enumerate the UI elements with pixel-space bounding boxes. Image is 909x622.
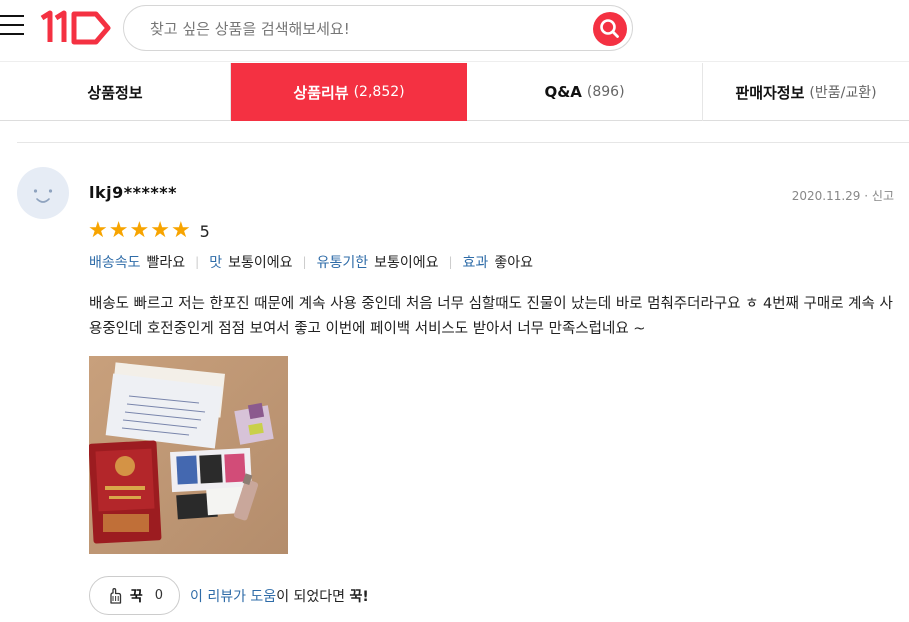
search-bar: [123, 5, 633, 51]
helpful-count: 0: [154, 588, 164, 603]
meta-separator: ·: [860, 189, 872, 203]
star-icon: ★: [108, 218, 129, 243]
product-tabs: 상품정보 상품리뷰 (2,852) Q&A (896) 판매자정보 (반품/교환…: [0, 63, 909, 121]
default-face-icon: [33, 189, 53, 203]
review-attributes: 배송속도 빨라요 | 맛 보통이에요 | 유통기한 보통이에요 | 효과 좋아요: [89, 252, 533, 272]
search-button[interactable]: [593, 12, 627, 46]
tab-label: 판매자정보: [735, 83, 805, 102]
star-icon: ★: [88, 218, 108, 243]
attr-separator: |: [448, 255, 453, 269]
helpful-button[interactable]: 꾹 0: [89, 576, 180, 615]
tab-product-info[interactable]: 상품정보: [0, 63, 231, 121]
helpful-prompt-bold: 꾹!: [349, 589, 369, 605]
11st-logo[interactable]: [40, 8, 112, 48]
top-header: [0, 0, 909, 62]
review-date: 2020.11.29: [791, 189, 861, 203]
tab-seller-info[interactable]: 판매자정보 (반품/교환): [703, 63, 909, 121]
helpful-button-label: 꾹: [129, 588, 143, 605]
attr-key-taste: 맛: [209, 255, 223, 271]
tab-count: (2,852): [353, 84, 405, 100]
avatar: [17, 167, 69, 219]
attr-separator: |: [302, 255, 307, 269]
review-photo[interactable]: [89, 356, 288, 554]
tab-label: 상품정보: [87, 83, 143, 102]
helpful-prompt-highlight: 이 리뷰가 도움: [190, 589, 277, 605]
attr-key-delivery: 배송속도: [89, 255, 141, 271]
tab-count: (896): [586, 84, 625, 100]
reviewer-name: lkj9******: [89, 183, 177, 202]
review-meta: 2020.11.29 · 신고: [792, 187, 894, 204]
hamburger-menu-icon[interactable]: [0, 15, 24, 37]
tab-count: (반품/교환): [809, 85, 877, 101]
attr-value-expiry: 보통이에요: [374, 255, 439, 271]
attr-separator: |: [195, 255, 200, 269]
rating-score: 5: [199, 221, 210, 241]
attr-key-effect: 효과: [462, 255, 489, 271]
attr-value-delivery: 빨라요: [146, 255, 186, 271]
review-text: 배송도 빠르고 저는 한포진 때문에 계속 사용 중인데 처음 너무 심할때도 …: [89, 296, 893, 337]
helpful-prompt: 이 리뷰가 도움이 되었다면 꾹!: [190, 586, 369, 606]
star-rating: ★ ★ ★ ★ ★ 5: [88, 219, 210, 243]
review-photo-illustration: [89, 356, 288, 554]
hand-press-icon: [110, 587, 122, 604]
tab-reviews[interactable]: 상품리뷰 (2,852): [231, 63, 467, 121]
tab-qna[interactable]: Q&A (896): [467, 63, 703, 121]
star-icon: ★: [150, 218, 170, 243]
star-icon: ★: [129, 218, 150, 243]
attr-key-expiry: 유통기한: [316, 255, 369, 271]
attr-value-effect: 좋아요: [494, 255, 533, 271]
helpful-prompt-text: 이 되었다면: [276, 589, 350, 605]
tab-label: Q&A: [544, 83, 582, 101]
star-icon: ★: [170, 218, 191, 243]
attr-value-taste: 보통이에요: [228, 255, 293, 271]
tab-label: 상품리뷰: [293, 83, 349, 102]
divider: [17, 142, 909, 143]
report-link[interactable]: 신고: [872, 189, 894, 203]
search-icon: [600, 19, 619, 38]
search-input[interactable]: [150, 18, 580, 40]
